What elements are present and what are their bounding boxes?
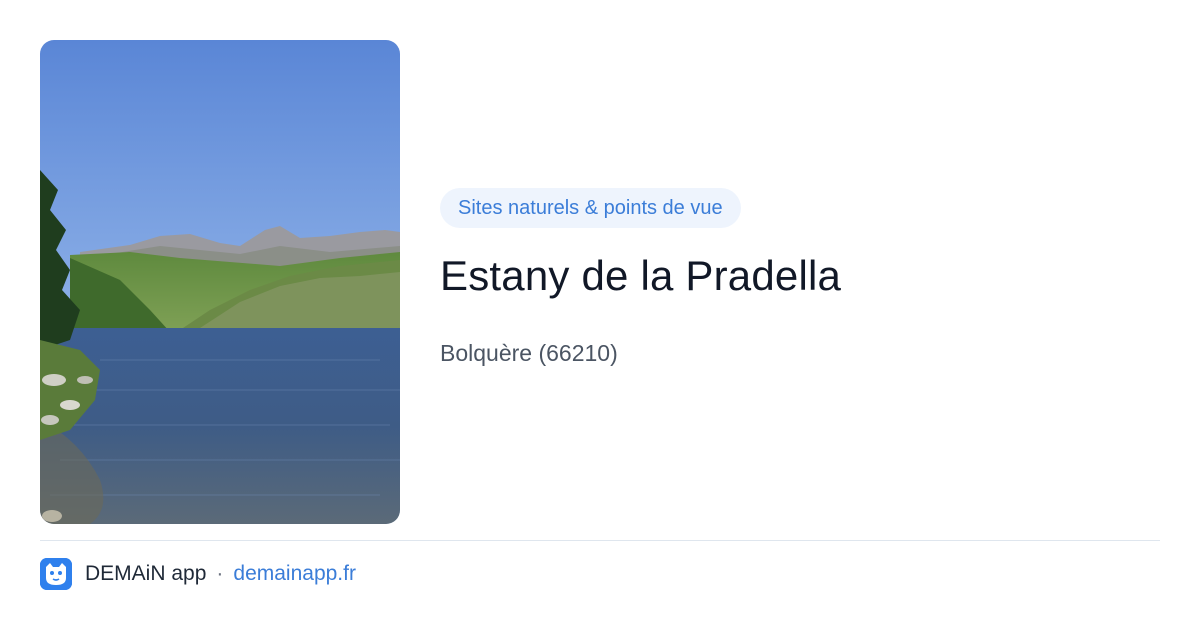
place-photo <box>40 40 400 524</box>
footer: DEMAiN app · demainapp.fr <box>40 558 356 590</box>
demain-logo-icon <box>40 558 72 590</box>
place-info: Sites naturels & points de vue Estany de… <box>440 188 1160 368</box>
footer-separator: · <box>216 562 224 585</box>
place-title: Estany de la Pradella <box>440 252 842 299</box>
place-location: Bolquère (66210) <box>440 340 618 366</box>
site-link[interactable]: demainapp.fr <box>233 562 356 586</box>
category-badge[interactable]: Sites naturels & points de vue <box>440 188 741 228</box>
divider <box>40 540 1160 541</box>
app-name: DEMAiN app <box>85 562 207 585</box>
preview-card: Sites naturels & points de vue Estany de… <box>0 0 1200 630</box>
